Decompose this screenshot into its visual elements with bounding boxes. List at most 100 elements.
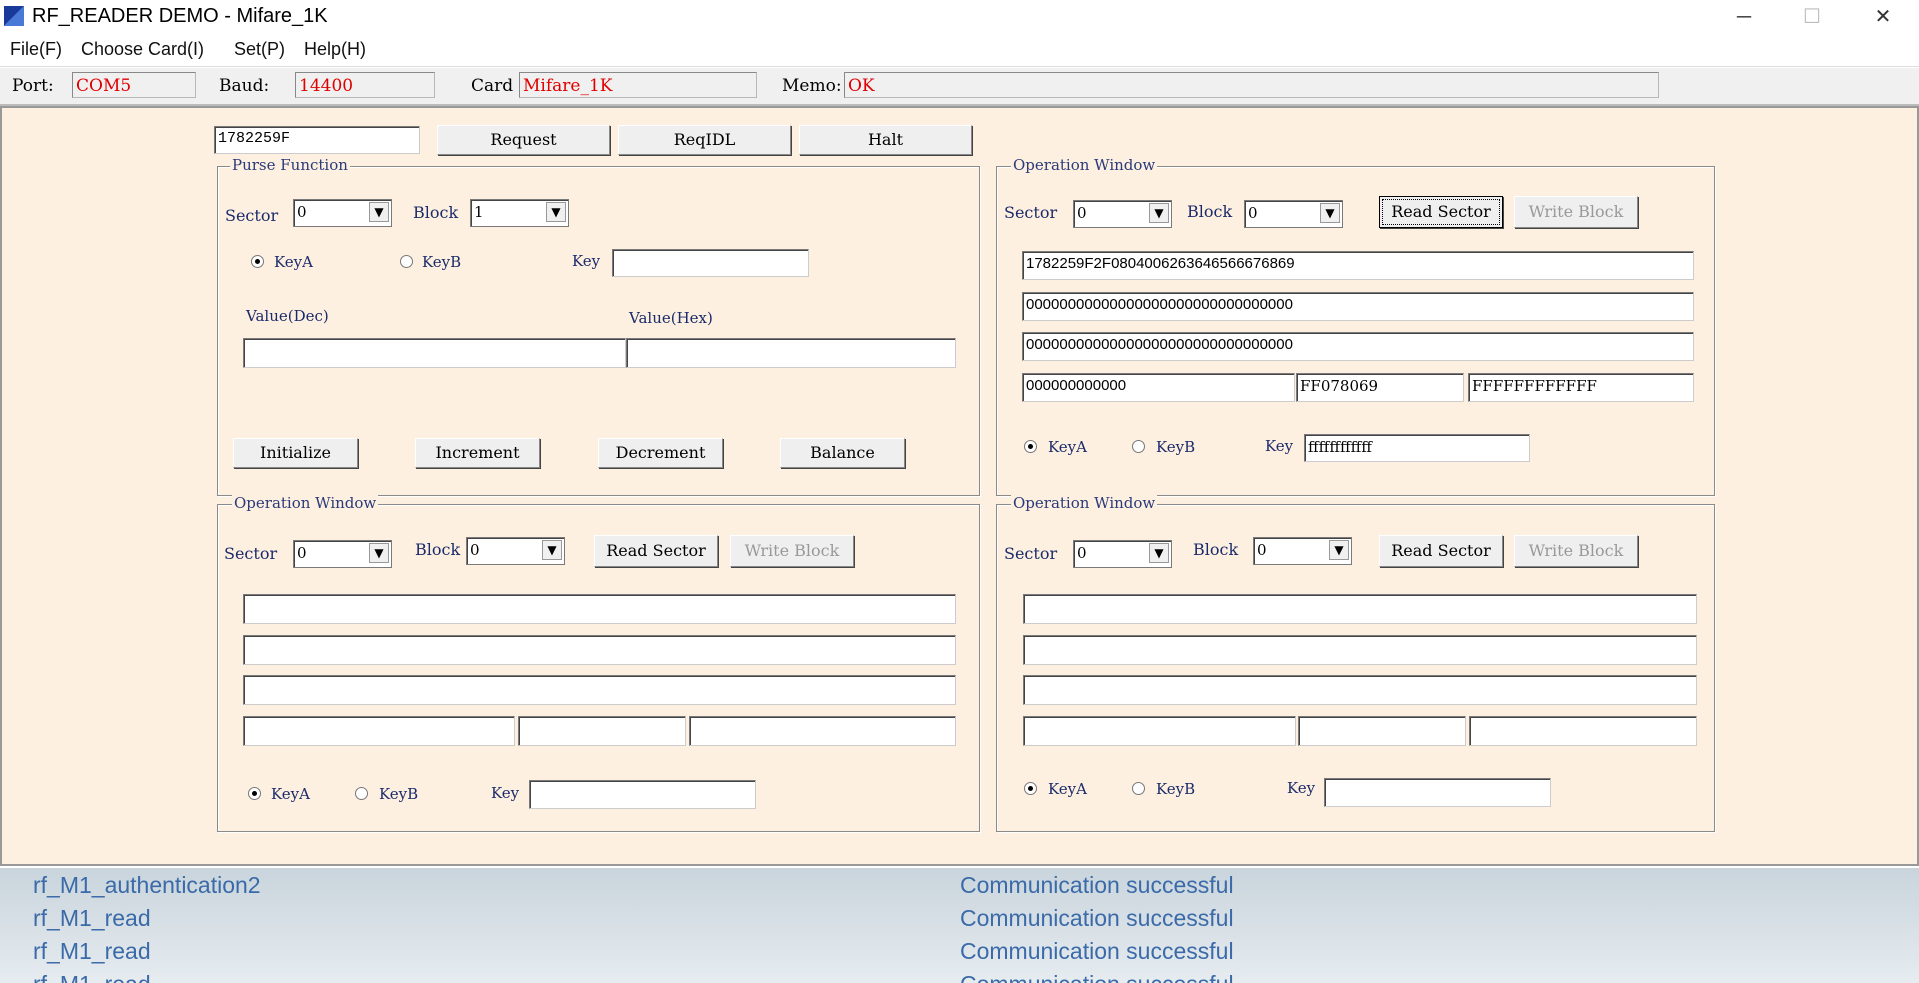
memo-label: Memo: — [782, 76, 842, 96]
log-panel: rf_M1_authentication2 Communication succ… — [0, 868, 1919, 983]
op3-block0-field[interactable] — [1023, 594, 1697, 624]
log-message: Communication successful — [960, 872, 1234, 898]
op1-block0-field[interactable]: 1782259F2F0804006263646566676869 — [1022, 251, 1694, 280]
menu-set[interactable]: Set(P) — [234, 39, 285, 60]
op1-sector-select[interactable]: 0 ▼ — [1073, 200, 1172, 228]
chevron-down-icon: ▼ — [369, 543, 389, 563]
menu-choose-card[interactable]: Choose Card(I) — [81, 39, 204, 60]
op2-keyb-radio[interactable] — [355, 787, 368, 800]
balance-button[interactable]: Balance — [780, 438, 905, 468]
op2-keyb-data-field[interactable] — [689, 716, 956, 746]
baud-label: Baud: — [219, 76, 270, 96]
op2-keya-radio[interactable] — [248, 787, 261, 800]
purse-sector-label: Sector — [225, 206, 279, 225]
op3-block1-field[interactable] — [1023, 635, 1697, 665]
app-icon — [4, 6, 24, 26]
purse-block-value: 1 — [474, 203, 484, 221]
op3-sector-select[interactable]: 0 ▼ — [1073, 540, 1172, 568]
op2-block-select[interactable]: 0 ▼ — [466, 537, 565, 565]
value-dec-label: Value(Dec) — [246, 307, 329, 325]
main-panel: 1782259F Request ReqIDL Halt Purse Funct… — [0, 106, 1919, 866]
op1-keyb-radio[interactable] — [1132, 440, 1145, 453]
chevron-down-icon: ▼ — [542, 540, 562, 560]
op2-key-input[interactable] — [529, 780, 756, 809]
decrement-button[interactable]: Decrement — [598, 438, 723, 468]
menu-help[interactable]: Help(H) — [304, 39, 366, 60]
value-hex-input[interactable] — [626, 338, 956, 368]
op1-keya-data-field[interactable]: 000000000000 — [1022, 373, 1295, 402]
op2-access-bits-field[interactable] — [518, 716, 686, 746]
purse-key-input[interactable] — [612, 249, 809, 277]
op2-sector-select[interactable]: 0 ▼ — [293, 540, 392, 568]
op1-read-sector-button[interactable]: Read Sector — [1379, 196, 1503, 228]
op1-keya-label: KeyA — [1048, 438, 1087, 456]
op3-key-input[interactable] — [1324, 778, 1551, 807]
request-button[interactable]: Request — [437, 125, 610, 155]
op1-access-bits-field[interactable]: FF078069 — [1296, 373, 1464, 402]
op1-keyb-data-field[interactable]: FFFFFFFFFFFF — [1468, 373, 1694, 402]
close-button[interactable]: ✕ — [1853, 0, 1913, 34]
op1-block-label: Block — [1187, 202, 1233, 221]
op2-read-sector-button[interactable]: Read Sector — [594, 535, 718, 567]
op3-access-bits-field[interactable] — [1298, 716, 1466, 746]
op2-keya-label: KeyA — [271, 785, 310, 803]
op3-sector-value: 0 — [1077, 544, 1087, 562]
op2-block0-field[interactable] — [243, 594, 956, 624]
op1-keya-radio[interactable] — [1024, 440, 1037, 453]
op1-block-select[interactable]: 0 ▼ — [1244, 200, 1343, 228]
value-dec-input[interactable] — [243, 338, 626, 368]
chevron-down-icon: ▼ — [1149, 203, 1169, 223]
log-function: rf_M1_read — [33, 971, 151, 983]
op2-key-label: Key — [491, 784, 520, 802]
op3-read-sector-button[interactable]: Read Sector — [1379, 535, 1503, 567]
maximize-button[interactable]: ☐ — [1782, 0, 1842, 34]
op3-keya-radio[interactable] — [1024, 782, 1037, 795]
purse-function-title: Purse Function — [230, 156, 350, 174]
minimize-button[interactable]: ─ — [1714, 0, 1774, 34]
op1-write-block-button[interactable]: Write Block — [1514, 196, 1638, 228]
op1-block1-field[interactable]: 00000000000000000000000000000000 — [1022, 292, 1694, 321]
op3-keyb-radio[interactable] — [1132, 782, 1145, 795]
log-function: rf_M1_read — [33, 905, 151, 931]
log-function: rf_M1_read — [33, 938, 151, 964]
menu-file[interactable]: File(F) — [10, 39, 62, 60]
increment-button[interactable]: Increment — [415, 438, 540, 468]
memo-field: OK — [844, 72, 1659, 98]
op3-keya-data-field[interactable] — [1023, 716, 1296, 746]
menu-bar: File(F) Choose Card(I) Set(P) Help(H) — [0, 34, 1919, 67]
op2-block1-field[interactable] — [243, 635, 956, 665]
port-field: COM5 — [72, 72, 196, 98]
card-id-field[interactable]: 1782259F — [214, 126, 420, 154]
op3-keyb-label: KeyB — [1156, 780, 1196, 798]
purse-keyb-radio[interactable] — [400, 255, 413, 268]
op2-sector-value: 0 — [297, 544, 307, 562]
purse-keya-radio[interactable] — [251, 255, 264, 268]
purse-sector-select[interactable]: 0 ▼ — [293, 199, 392, 227]
op3-block-select[interactable]: 0 ▼ — [1253, 537, 1352, 565]
op1-key-input[interactable]: ffffffffffff — [1304, 434, 1530, 462]
op3-block-label: Block — [1193, 540, 1239, 559]
op2-block-label: Block — [415, 540, 461, 559]
op3-sector-label: Sector — [1004, 544, 1058, 563]
op2-write-block-button[interactable]: Write Block — [730, 535, 854, 567]
purse-keya-label: KeyA — [274, 253, 313, 271]
op3-block-value: 0 — [1257, 541, 1267, 559]
value-hex-label: Value(Hex) — [629, 309, 713, 327]
chevron-down-icon: ▼ — [546, 202, 566, 222]
op2-block2-field[interactable] — [243, 675, 956, 705]
halt-button[interactable]: Halt — [799, 125, 972, 155]
op3-write-block-button[interactable]: Write Block — [1514, 535, 1638, 567]
log-function: rf_M1_authentication2 — [33, 872, 261, 898]
chevron-down-icon: ▼ — [369, 202, 389, 222]
purse-block-select[interactable]: 1 ▼ — [470, 199, 569, 227]
op3-block2-field[interactable] — [1023, 675, 1697, 705]
initialize-button[interactable]: Initialize — [233, 438, 358, 468]
op1-block2-field[interactable]: 00000000000000000000000000000000 — [1022, 332, 1694, 361]
op3-keya-label: KeyA — [1048, 780, 1087, 798]
op2-keya-data-field[interactable] — [243, 716, 515, 746]
op3-keyb-data-field[interactable] — [1469, 716, 1697, 746]
reqidl-button[interactable]: ReqIDL — [618, 125, 791, 155]
chevron-down-icon: ▼ — [1149, 543, 1169, 563]
status-bar: Port: COM5 Baud: 14400 Card Mifare_1K Me… — [0, 68, 1919, 106]
title-bar: RF_READER DEMO - Mifare_1K ─ ☐ ✕ — [0, 0, 1919, 34]
